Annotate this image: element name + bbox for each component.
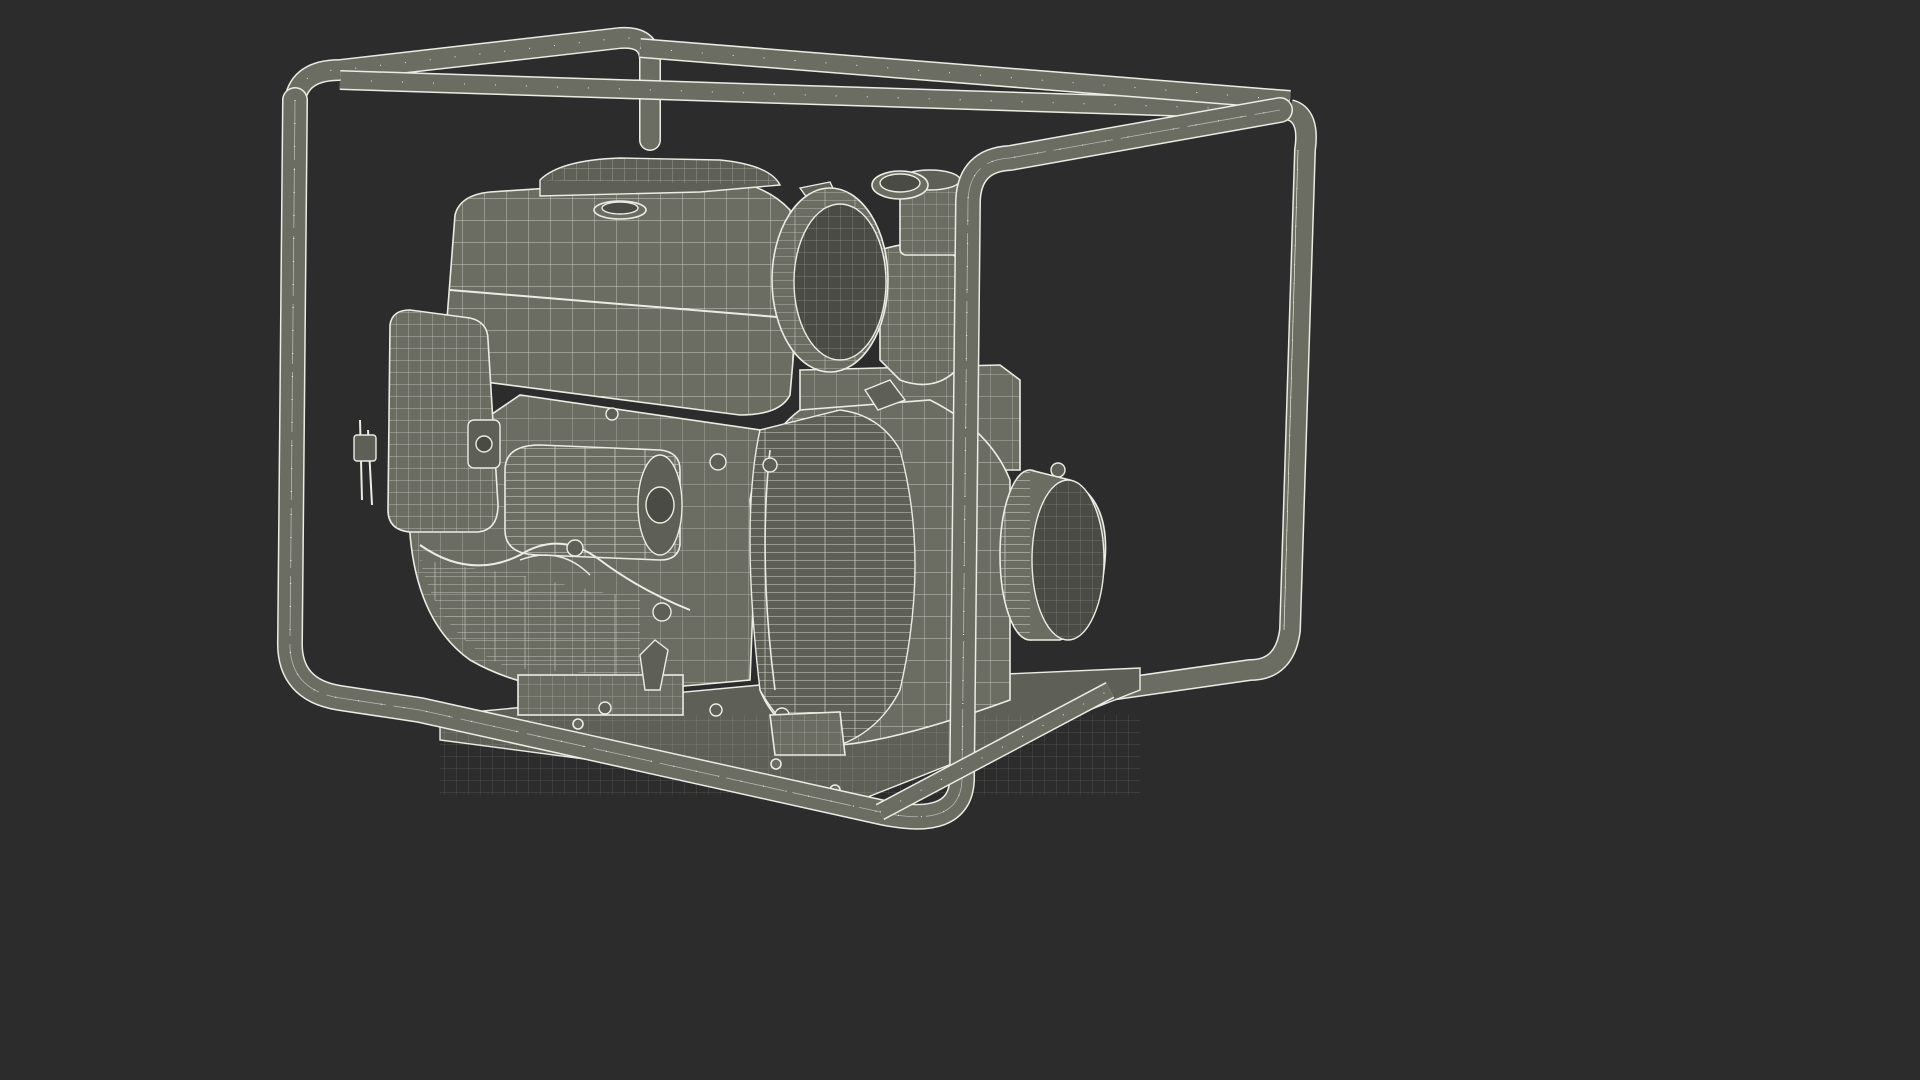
render-viewport	[0, 0, 1568, 882]
suction-inlet	[999, 469, 1107, 641]
pump-wireframe-render	[276, 26, 1317, 830]
engine	[353, 157, 801, 717]
